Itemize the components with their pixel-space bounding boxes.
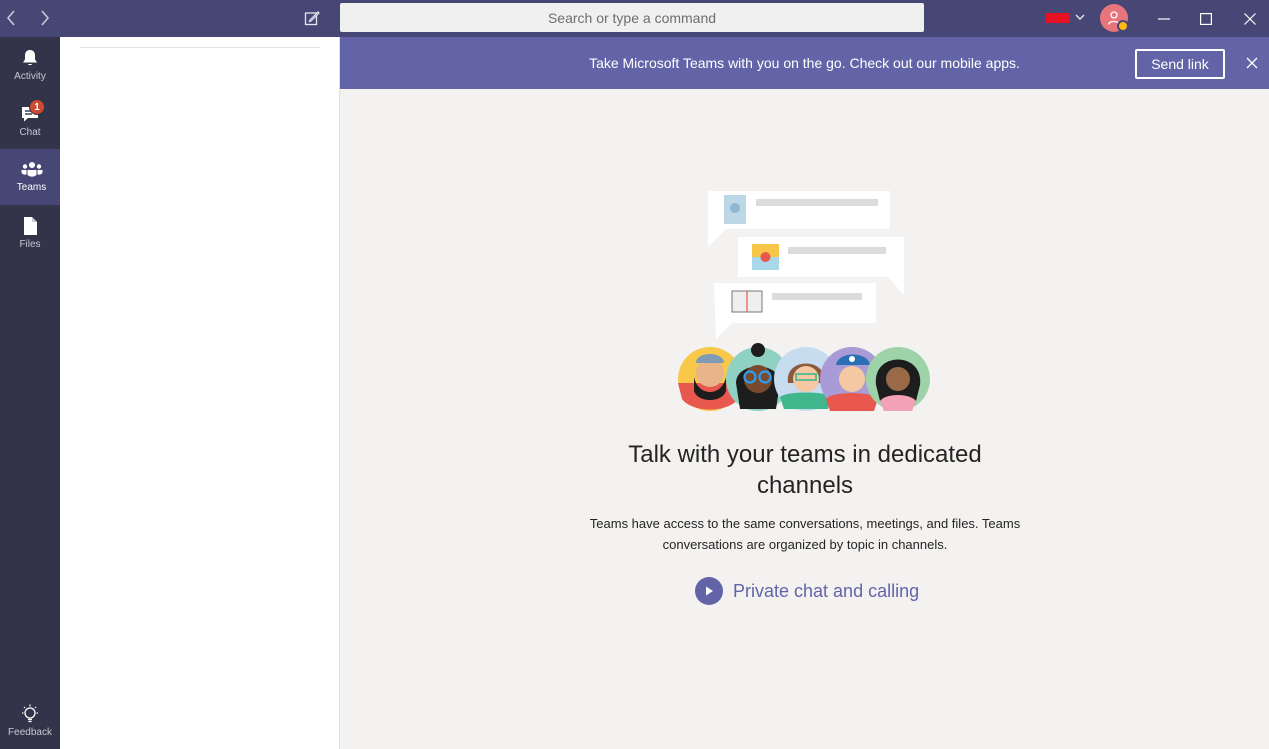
main-content: Talk with your teams in dedicated channe…	[340, 89, 1269, 749]
banner-message: Take Microsoft Teams with you on the go.…	[340, 37, 1269, 89]
bubble-3	[714, 283, 876, 339]
minimize-button[interactable]	[1141, 0, 1187, 37]
appbar-item-files[interactable]: Files	[0, 205, 60, 261]
back-button[interactable]	[0, 6, 22, 30]
close-window-button[interactable]	[1227, 0, 1269, 37]
teams-icon	[21, 162, 42, 177]
compose-icon	[304, 11, 320, 26]
maximize-button[interactable]	[1183, 0, 1229, 37]
list-divider	[80, 47, 320, 48]
page-title: Talk with your teams in dedicated channe…	[628, 441, 982, 499]
search-input[interactable]	[340, 3, 924, 32]
chevron-right-icon	[41, 10, 50, 26]
title-bar	[0, 0, 1269, 37]
bell-icon	[23, 50, 37, 66]
close-icon	[1244, 12, 1256, 25]
appbar-label: Feedback	[8, 727, 52, 738]
banner-message-text: Take Microsoft Teams with you on the go.…	[589, 55, 1020, 71]
teams-list-pane	[60, 37, 340, 749]
lightbulb-icon	[22, 704, 38, 723]
avatar-row	[678, 343, 930, 411]
private-chat-link[interactable]: Private chat and calling	[695, 577, 919, 605]
appbar-label: Chat	[19, 127, 41, 138]
appbar-label: Activity	[14, 71, 46, 82]
forward-button[interactable]	[34, 6, 56, 30]
private-chat-label: Private chat and calling	[733, 580, 920, 601]
app-bar: Activity Chat 1 Teams Files Feedback	[0, 37, 60, 749]
appbar-item-chat[interactable]: Chat 1	[0, 93, 60, 149]
minimize-icon	[1158, 17, 1170, 20]
file-icon	[24, 217, 37, 235]
play-icon	[695, 577, 723, 605]
dismiss-banner-button[interactable]	[1242, 53, 1262, 73]
presence-away-icon	[1117, 20, 1129, 32]
unread-badge: 1	[29, 99, 45, 115]
chevron-left-icon	[6, 10, 15, 26]
appbar-item-teams[interactable]: Teams	[0, 149, 60, 205]
appbar-label: Teams	[16, 182, 47, 193]
chevron-down-icon[interactable]	[1073, 10, 1087, 24]
mobile-app-banner: Take Microsoft Teams with you on the go.…	[340, 37, 1269, 89]
new-chat-button[interactable]	[301, 6, 323, 30]
appbar-item-activity[interactable]: Activity	[0, 37, 60, 93]
send-link-button[interactable]: Send link	[1135, 49, 1225, 79]
page-description: Teams have access to the same conversati…	[589, 516, 1021, 552]
close-icon	[1246, 57, 1258, 69]
appbar-label: Files	[19, 239, 41, 250]
channels-illustration-icon	[678, 191, 930, 411]
maximize-icon	[1200, 12, 1212, 25]
account-name-redacted[interactable]	[1046, 13, 1070, 23]
appbar-item-feedback[interactable]: Feedback	[0, 693, 60, 749]
